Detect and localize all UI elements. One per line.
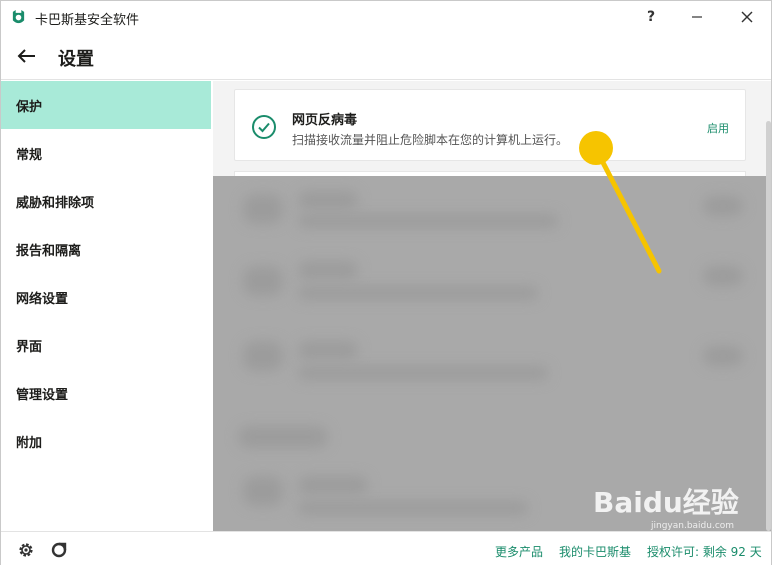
footer: 更多产品 我的卡巴斯基 授权许可: 剩余 92 天 bbox=[1, 531, 771, 565]
sidebar-item-manage-settings[interactable]: 管理设置 bbox=[1, 369, 211, 417]
annotation-pointer bbox=[579, 131, 662, 274]
sidebar-item-interface[interactable]: 界面 bbox=[1, 321, 211, 369]
more-products-link[interactable]: 更多产品 bbox=[495, 543, 543, 560]
check-circle-icon bbox=[252, 115, 276, 139]
title-bar: 卡巴斯基安全软件 ? bbox=[1, 1, 771, 34]
sidebar-item-additional[interactable]: 附加 bbox=[1, 417, 211, 465]
close-icon bbox=[741, 11, 753, 23]
support-icon[interactable] bbox=[50, 541, 68, 559]
back-button[interactable] bbox=[15, 45, 39, 67]
minimize-icon bbox=[692, 16, 702, 18]
kaspersky-logo-icon bbox=[12, 10, 25, 24]
card-title: 网页反病毒 bbox=[292, 113, 358, 128]
my-kaspersky-link[interactable]: 我的卡巴斯基 bbox=[559, 543, 631, 560]
main-content: 网页反病毒 扫描接收流量并阻止危险脚本在您的计算机上运行。 启用 bbox=[213, 81, 771, 531]
baidu-watermark: Baidu经验 bbox=[593, 481, 739, 521]
sidebar-item-reports-quarantine[interactable]: 报告和隔离 bbox=[1, 225, 211, 273]
sidebar-item-network-settings[interactable]: 网络设置 bbox=[1, 273, 211, 321]
sidebar: 保护 常规 威胁和排除项 报告和隔离 网络设置 界面 管理设置 附加 bbox=[1, 81, 211, 531]
arrow-left-icon bbox=[17, 49, 35, 63]
watermark-subtext: jingyan.baidu.com bbox=[651, 521, 735, 531]
gear-icon[interactable] bbox=[17, 541, 35, 559]
minimize-button[interactable] bbox=[682, 5, 712, 29]
blurred-region bbox=[213, 176, 771, 531]
help-button[interactable]: ? bbox=[636, 5, 666, 29]
app-title: 卡巴斯基安全软件 bbox=[35, 13, 140, 28]
close-button[interactable] bbox=[732, 5, 762, 29]
sidebar-item-threats-exclusions[interactable]: 威胁和排除项 bbox=[1, 177, 211, 225]
page-title: 设置 bbox=[58, 49, 94, 70]
scrollbar[interactable] bbox=[766, 121, 771, 531]
sidebar-item-general[interactable]: 常规 bbox=[1, 129, 211, 177]
watermark-text: Baidu经验 bbox=[593, 486, 739, 519]
app-window: 卡巴斯基安全软件 ? 设置 保护 常规 威胁和排除项 报告和隔离 网络设置 界面… bbox=[0, 0, 772, 565]
status-toggle-link[interactable]: 启用 bbox=[707, 120, 729, 136]
sidebar-item-protection[interactable]: 保护 bbox=[1, 81, 211, 129]
license-link[interactable]: 授权许可: 剩余 92 天 bbox=[647, 543, 762, 560]
card-description: 扫描接收流量并阻止危险脚本在您的计算机上运行。 bbox=[292, 133, 569, 147]
page-header: 设置 bbox=[1, 34, 771, 80]
